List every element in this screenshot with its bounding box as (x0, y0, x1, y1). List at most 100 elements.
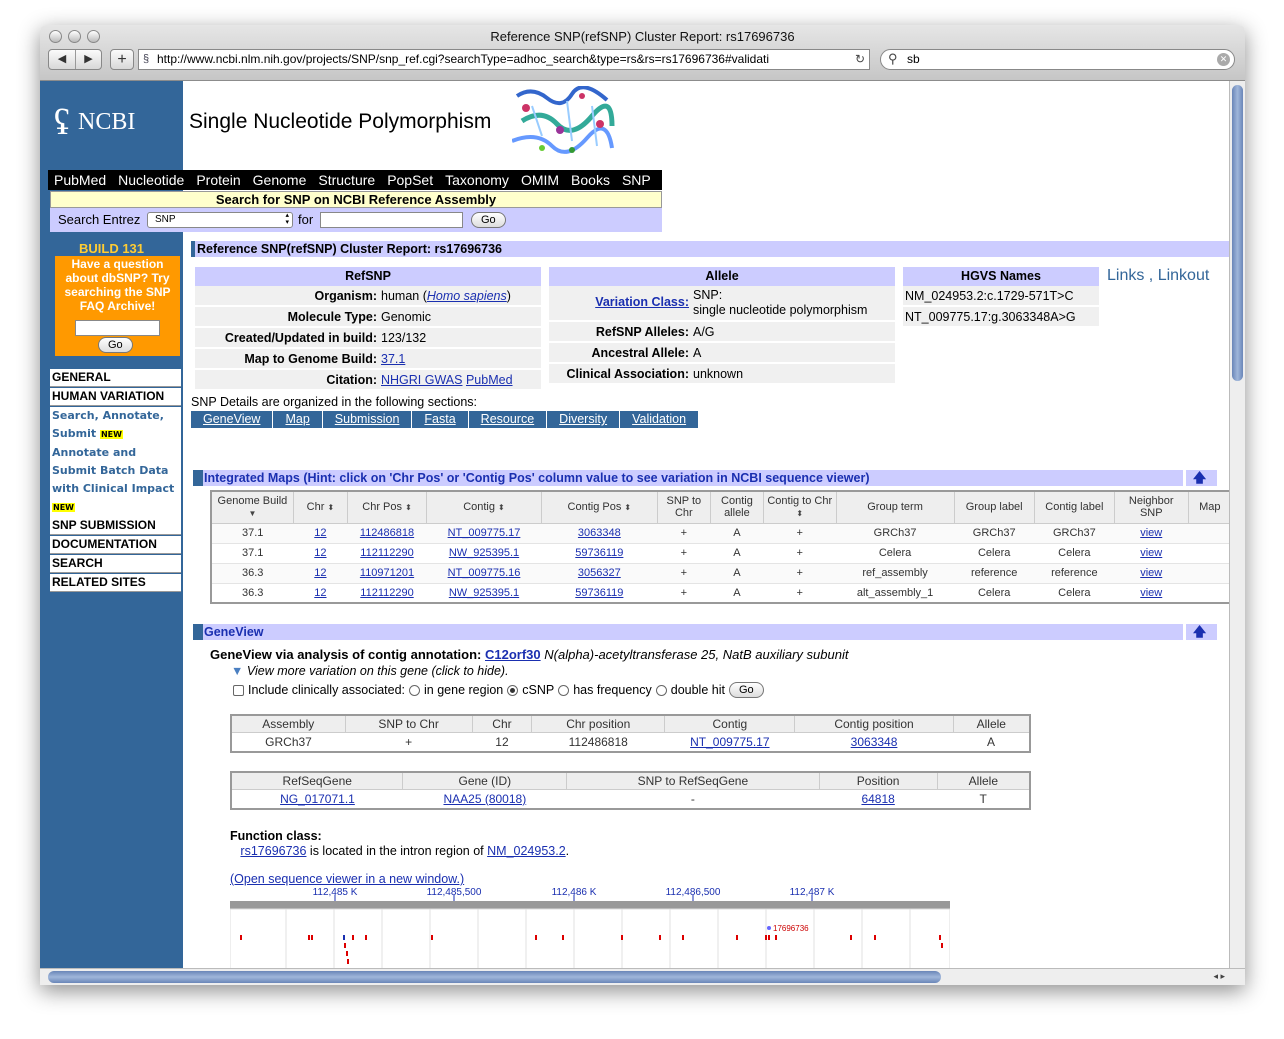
snp-mark[interactable] (562, 935, 564, 940)
snp-mark[interactable] (765, 935, 767, 940)
linkout-link[interactable]: Linkout (1158, 267, 1210, 284)
gene-link[interactable]: C12orf30 (485, 647, 541, 662)
sort-icon[interactable]: ⬍ (796, 509, 803, 518)
cell-link[interactable]: view (1140, 567, 1162, 579)
column-header[interactable]: Chr ⬍ (293, 491, 348, 524)
geneview-go-button[interactable]: Go (728, 682, 764, 698)
menu-books[interactable]: Books (565, 170, 616, 190)
browser-search-field[interactable]: ⚲ sb ✕ (880, 49, 1235, 70)
add-bookmark-button[interactable]: + (110, 49, 134, 70)
tab-diversity[interactable]: Diversity (547, 411, 620, 428)
cell-link[interactable]: 3063348 (851, 735, 898, 749)
sidebar-item-search-annotate-submit[interactable]: Search, Annotate, Submit NEW (50, 407, 181, 444)
scroll-arrows-icon[interactable]: ◂ ▸ (1213, 971, 1225, 982)
open-sequence-viewer-link[interactable]: (Open sequence viewer in a new window.) (230, 872, 464, 886)
column-header[interactable]: Contig Pos ⬍ (541, 491, 658, 524)
variation-class-link[interactable]: Variation Class: (595, 295, 689, 309)
tab-resource[interactable]: Resource (468, 411, 547, 428)
cell-link[interactable]: NAA25 (80018) (443, 792, 526, 806)
snp-mark[interactable] (736, 935, 738, 940)
snp-mark[interactable] (535, 935, 537, 940)
cell-link[interactable]: 12 (314, 527, 326, 539)
sequence-viewer[interactable]: 112,485 K 112,485,500 112,486 K 112,486,500… (230, 887, 950, 968)
snp-mark[interactable] (311, 935, 313, 940)
cell-link[interactable]: 64818 (861, 792, 894, 806)
view-more-toggle[interactable]: ▼ View more variation on this gene (clic… (231, 664, 509, 678)
column-header[interactable]: Genome Build ▼ (211, 491, 294, 524)
cell-link[interactable]: 12 (314, 547, 326, 559)
cell-link[interactable]: 112112290 (360, 547, 413, 559)
arrow-up-icon[interactable]: 🡅 (1183, 470, 1213, 486)
rs-link[interactable]: rs17696736 (240, 844, 306, 858)
snp-mark[interactable] (939, 935, 941, 940)
snp-mark[interactable] (431, 935, 433, 940)
tab-submission[interactable]: Submission (322, 411, 412, 428)
cell-link[interactable]: NG_017071.1 (280, 792, 355, 806)
cell-link[interactable]: view (1140, 527, 1162, 539)
cell-link[interactable]: 3063348 (578, 527, 621, 539)
cell-link[interactable]: view (1140, 547, 1162, 559)
sort-icon[interactable]: ⬍ (624, 503, 631, 512)
entrez-search-input[interactable] (320, 212, 463, 228)
sort-icon[interactable]: ⬍ (327, 503, 334, 512)
horizontal-scroll-thumb[interactable] (48, 971, 941, 983)
cell-link[interactable]: 112112290 (360, 587, 413, 599)
menu-structure[interactable]: Structure (312, 170, 381, 190)
genome-build-link[interactable]: 37.1 (381, 349, 405, 368)
snp-mark[interactable] (347, 959, 349, 964)
cell-link[interactable]: 12 (314, 587, 326, 599)
tab-map[interactable]: Map (273, 411, 322, 428)
snp-mark[interactable] (768, 935, 770, 940)
faq-search-input[interactable] (75, 320, 160, 336)
menu-omim[interactable]: OMIM (515, 170, 565, 190)
snp-mark[interactable] (682, 935, 684, 940)
horizontal-scrollbar[interactable]: ◂ ▸ (40, 968, 1245, 985)
menu-genome[interactable]: Genome (247, 170, 313, 190)
vertical-scrollbar[interactable] (1229, 81, 1245, 968)
snp-mark[interactable] (659, 935, 661, 940)
cell-link[interactable]: NT_009775.17 (690, 735, 769, 749)
snp-mark[interactable] (352, 935, 354, 940)
clear-search-icon[interactable]: ✕ (1217, 53, 1230, 66)
arrow-up-icon[interactable]: 🡅 (1183, 624, 1213, 640)
gene-region-radio[interactable] (409, 684, 421, 696)
organism-link[interactable]: Homo sapiens (427, 289, 507, 303)
tab-fasta[interactable]: Fasta (412, 411, 468, 428)
back-button[interactable]: ◀ (49, 50, 75, 69)
cell-link[interactable]: NT_009775.16 (448, 567, 521, 579)
address-bar[interactable]: § http://www.ncbi.nlm.nih.gov/projects/SN… (138, 49, 870, 70)
menu-taxonomy[interactable]: Taxonomy (439, 170, 515, 190)
cell-link[interactable]: 110971201 (360, 567, 414, 579)
has-frequency-radio[interactable] (558, 684, 570, 696)
snp-mark[interactable] (365, 935, 367, 940)
sidebar-item-annotate-and-submit-batch-data-with-clinical-impact[interactable]: Annotate and Submit Batch Data with Clin… (50, 444, 181, 517)
faq-go-button[interactable]: Go (98, 337, 133, 353)
database-select[interactable]: SNP (147, 212, 293, 228)
sidebar-item-human-variation[interactable]: HUMAN VARIATION (50, 388, 181, 406)
sidebar-item-related-sites[interactable]: RELATED SITES (50, 574, 181, 592)
snp-mark[interactable] (344, 943, 346, 948)
vertical-scroll-thumb[interactable] (1232, 85, 1243, 381)
current-snp-marker[interactable] (767, 926, 771, 930)
menu-protein[interactable]: Protein (190, 170, 246, 190)
snp-mark[interactable] (240, 935, 242, 940)
snp-mark[interactable] (343, 935, 345, 940)
reload-icon[interactable]: ↻ (851, 50, 865, 69)
cell-link[interactable]: 112486818 (360, 527, 414, 539)
snp-mark[interactable] (941, 943, 943, 948)
forward-button[interactable]: ▶ (75, 50, 101, 69)
cell-link[interactable]: 59736119 (575, 587, 623, 599)
sidebar-item-documentation[interactable]: DOCUMENTATION (50, 536, 181, 554)
menu-pubmed[interactable]: PubMed (48, 170, 112, 190)
cell-link[interactable]: NT_009775.17 (448, 527, 521, 539)
sidebar-item-search[interactable]: SEARCH (50, 555, 181, 573)
ncbi-logo[interactable]: ʢ NCBI (54, 104, 135, 140)
menu-snp[interactable]: SNP (616, 170, 657, 190)
snp-mark[interactable] (874, 935, 876, 940)
cell-link[interactable]: NW_925395.1 (449, 547, 519, 559)
sidebar-item-general[interactable]: GENERAL (50, 369, 181, 387)
tab-validation[interactable]: Validation (620, 411, 699, 428)
menu-nucleotide[interactable]: Nucleotide (112, 170, 190, 190)
menu-popset[interactable]: PopSet (381, 170, 439, 190)
double-hit-radio[interactable] (655, 684, 667, 696)
